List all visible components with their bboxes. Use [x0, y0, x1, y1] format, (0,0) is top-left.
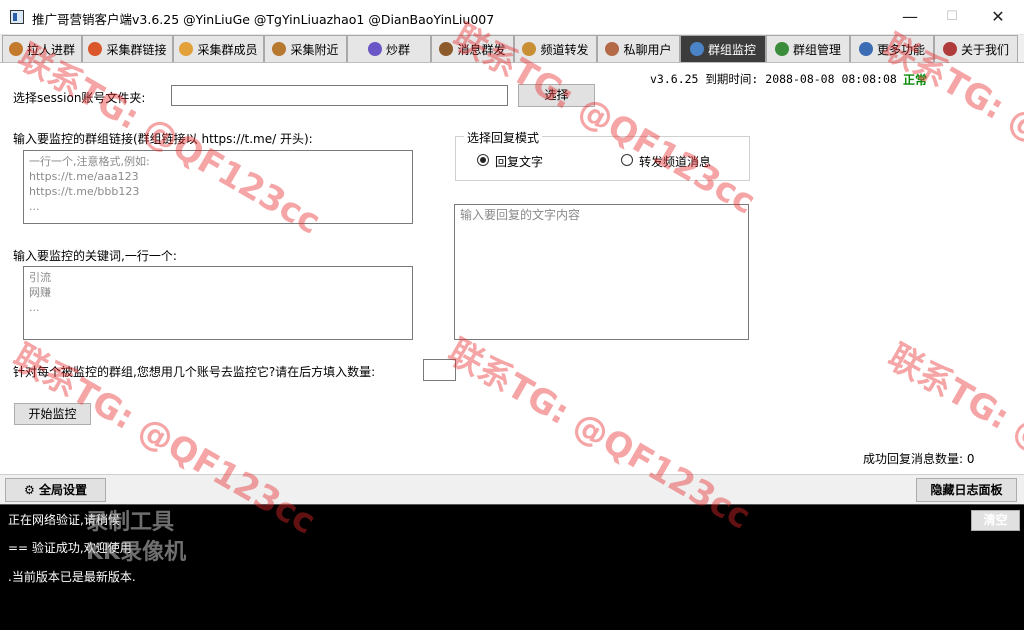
success-count-label: 成功回复消息数量: — [863, 452, 963, 466]
recorder-watermark-line2: KK录像机 — [86, 538, 186, 568]
expiry-value: 2088-08-08 08:08:08 — [765, 72, 897, 86]
bottom-bar: ⚙ 全局设置 隐藏日志面板 — [0, 474, 1024, 505]
tab-label: 采集群成员 — [197, 41, 257, 58]
reply-text-label[interactable]: 回复文字 — [495, 153, 543, 170]
tab-label: 关于我们 — [961, 41, 1009, 58]
tab-channel-forward[interactable]: 频道转发 — [514, 35, 597, 62]
tab-label: 拉人进群 — [27, 41, 75, 58]
clear-log-button[interactable]: 清空 — [971, 510, 1020, 531]
forward-channel-radio[interactable] — [621, 154, 633, 166]
tab-label: 采集附近 — [290, 41, 338, 58]
reply-text-textarea[interactable]: 输入要回复的文字内容 — [454, 204, 749, 340]
person-icon — [943, 42, 957, 56]
version-info: v3.6.25 到期时间: 2088-08-08 08:08:08 — [650, 71, 897, 87]
tab-label: 群组管理 — [793, 41, 841, 58]
app-icon — [10, 10, 24, 24]
face-icon — [88, 42, 102, 56]
person-icon — [179, 42, 193, 56]
tab-collect-members[interactable]: 采集群成员 — [173, 35, 264, 62]
person-icon — [605, 42, 619, 56]
tab-label: 炒群 — [386, 41, 410, 58]
keywords-label: 输入要监控的关键词,一行一个: — [13, 247, 177, 264]
smile-icon — [272, 42, 286, 56]
people-icon — [9, 42, 23, 56]
tab-about-us[interactable]: 关于我们 — [934, 35, 1018, 62]
reply-mode-title: 选择回复模式 — [464, 129, 542, 146]
group-links-label: 输入要监控的群组链接(群组链接以 https://t.me/ 开头): — [13, 130, 313, 147]
tab-label: 更多功能 — [877, 41, 925, 58]
gear-icon: ⚙ — [24, 483, 35, 497]
accounts-count-input[interactable] — [423, 359, 456, 381]
tab-collect-group-links[interactable]: 采集群链接 — [82, 35, 173, 62]
window-title: 推广哥营销客户端v3.6.25 @YinLiuGe @TgYinLiuazhao… — [32, 9, 494, 28]
tab-label: 私聊用户 — [623, 41, 671, 58]
tab-label: 频道转发 — [540, 41, 588, 58]
maximize-button[interactable]: ☐ — [932, 5, 972, 29]
recorder-watermark-line1: 录制工具 — [86, 508, 186, 538]
browse-button[interactable]: 选择 — [518, 84, 595, 107]
license-status: 正常 — [903, 71, 927, 88]
start-monitor-button[interactable]: 开始监控 — [14, 403, 91, 425]
group-links-textarea[interactable]: 一行一个,注意格式,例如: https://t.me/aaa123 https:… — [23, 150, 413, 224]
main-content: v3.6.25 到期时间: 2088-08-08 08:08:08 正常 选择s… — [0, 62, 1024, 475]
close-button[interactable]: ✕ — [978, 5, 1018, 29]
recorder-watermark: 录制工具 KK录像机 — [86, 508, 186, 568]
tab-pull-into-group[interactable]: 拉人进群 — [2, 35, 82, 62]
keywords-textarea[interactable]: 引流 网赚 ... — [23, 266, 413, 340]
success-count-value: 0 — [967, 452, 975, 466]
reply-mode-group: 选择回复模式 回复文字 转发频道消息 — [455, 136, 750, 181]
megaphone-icon — [439, 42, 453, 56]
leaf-icon — [775, 42, 789, 56]
tab-more-features[interactable]: 更多功能 — [850, 35, 934, 62]
tab-bar: 拉人进群 采集群链接 采集群成员 采集附近 炒群 消息群发 频道转发 私聊用户 … — [0, 35, 1024, 62]
tab-collect-nearby[interactable]: 采集附近 — [264, 35, 347, 62]
title-bar: 推广哥营销客户端v3.6.25 @YinLiuGe @TgYinLiuazhao… — [0, 0, 1024, 35]
session-folder-input[interactable] — [171, 85, 508, 106]
accounts-count-label: 针对每个被监控的群组,您想用几个账号去监控它?请在后方填入数量: — [13, 363, 375, 380]
tab-private-chat[interactable]: 私聊用户 — [597, 35, 680, 62]
tab-label: 采集群链接 — [106, 41, 166, 58]
tab-group-manage[interactable]: 群组管理 — [766, 35, 850, 62]
log-line: .当前版本已是最新版本. — [8, 568, 136, 585]
minimize-button[interactable]: — — [890, 5, 930, 29]
person-icon — [522, 42, 536, 56]
tab-label: 消息群发 — [457, 41, 505, 58]
success-count: 成功回复消息数量: 0 — [863, 450, 975, 467]
person-icon — [690, 42, 704, 56]
hide-log-button[interactable]: 隐藏日志面板 — [916, 478, 1017, 502]
tab-group-monitor[interactable]: 群组监控 — [680, 35, 766, 62]
person-icon — [368, 42, 382, 56]
person-icon — [859, 42, 873, 56]
version-text: v3.6.25 — [650, 72, 698, 86]
forward-channel-label[interactable]: 转发频道消息 — [639, 153, 711, 170]
reply-text-radio[interactable] — [477, 154, 489, 166]
global-settings-label: 全局设置 — [39, 483, 87, 497]
global-settings-button[interactable]: ⚙ 全局设置 — [5, 478, 106, 502]
tab-hype-group[interactable]: 炒群 — [347, 35, 431, 62]
tab-label: 群组监控 — [708, 41, 756, 58]
session-folder-label: 选择session账号文件夹: — [13, 89, 145, 106]
expiry-label: 到期时间: — [705, 72, 758, 86]
tab-mass-message[interactable]: 消息群发 — [431, 35, 514, 62]
